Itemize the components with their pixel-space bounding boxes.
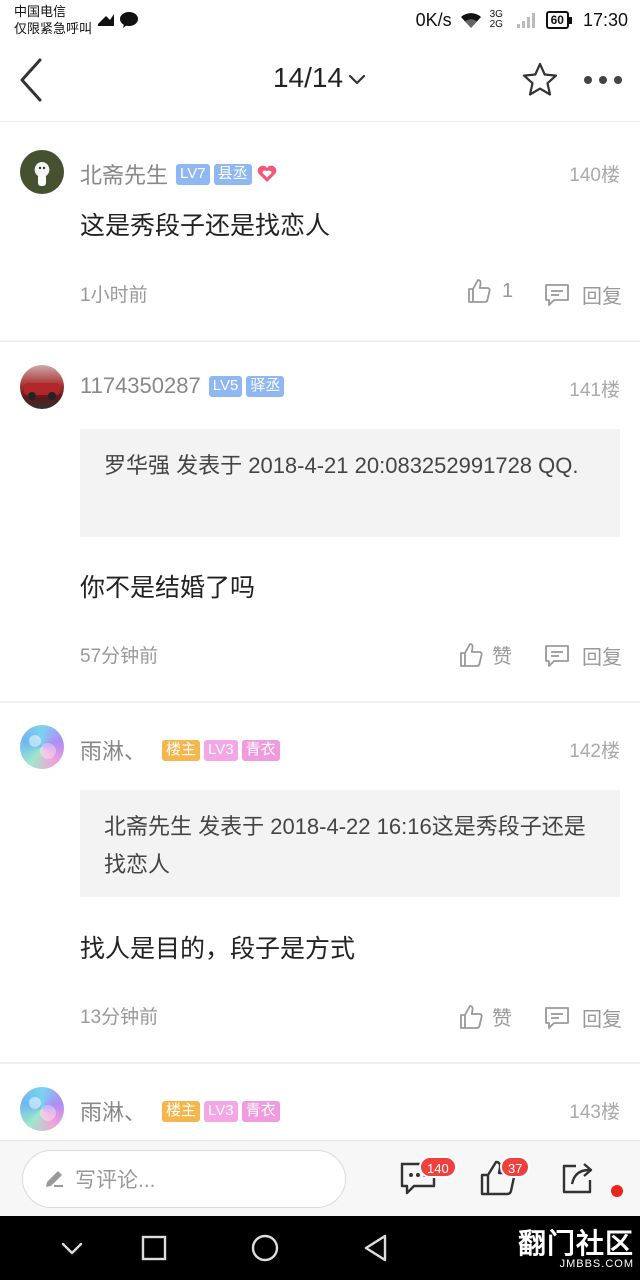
page-indicator: 14/14: [272, 62, 344, 93]
share-button[interactable]: [558, 1158, 598, 1198]
chevron-down-icon: [348, 74, 366, 84]
thumbs-up-icon: [460, 1004, 483, 1029]
post-author: 雨淋、 楼主 LV3 青衣: [80, 1095, 280, 1127]
reply-label: 回复: [582, 286, 622, 308]
like-count-badge: 37: [500, 1156, 531, 1178]
reply-button[interactable]: 回复: [544, 1003, 622, 1032]
reply-label: 回复: [582, 1009, 622, 1031]
username[interactable]: 北斋先生: [80, 158, 168, 190]
system-back-button[interactable]: [358, 1230, 394, 1266]
quoted-post[interactable]: 罗华强 发表于 2018-4-21 20:083252991728 QQ.: [80, 429, 620, 537]
carrier-info: 中国电信 仅限紧急呼叫: [14, 3, 92, 37]
divider: [0, 1062, 640, 1064]
username[interactable]: 1174350287: [80, 373, 201, 399]
carrier-status: 仅限紧急呼叫: [14, 21, 93, 36]
title-badge: 县丞: [213, 163, 252, 185]
reply-button[interactable]: 回复: [544, 641, 622, 670]
site-watermark: 翻门社区 JMBBS.COM: [518, 1222, 634, 1270]
reply-label: 回复: [582, 647, 622, 669]
pencil-icon: [46, 1171, 63, 1187]
heart-badge-icon: [257, 165, 276, 182]
level-badge: LV3: [204, 1100, 238, 1122]
post-content: 找人是目的，段子是方式: [80, 935, 356, 963]
system-nav-bar: 翻门社区 JMBBS.COM: [0, 1216, 640, 1280]
network-type: 3G 2G: [489, 9, 503, 30]
comment-placeholder: 写评论...: [75, 1169, 156, 1192]
post-time: 1小时前: [80, 285, 148, 306]
top-nav-bar: 14/14: [0, 40, 640, 122]
comment-icon: [545, 283, 569, 306]
signal-icon: [516, 13, 535, 28]
level-badge: LV5: [208, 375, 243, 397]
square-icon: [141, 1235, 167, 1261]
net-speed: 0K/s: [415, 9, 452, 30]
star-icon: [522, 62, 558, 96]
avatar[interactable]: [20, 1087, 64, 1131]
home-button[interactable]: [247, 1230, 283, 1266]
thumbs-up-icon: [468, 279, 491, 303]
title-badge: 驿丞: [246, 375, 285, 397]
comment-icon: [545, 644, 569, 667]
like-label: 赞: [492, 1008, 512, 1030]
battery-indicator: 60: [545, 11, 573, 29]
hide-nav-button[interactable]: [54, 1230, 90, 1266]
wifi-icon: [460, 13, 481, 28]
quoted-post[interactable]: 北斋先生 发表于 2018-4-22 16:16这是秀段子还是找恋人: [80, 790, 620, 897]
level-badge: LV7: [176, 163, 210, 185]
watermark-title: 翻门社区: [517, 1227, 634, 1260]
comment-count-badge: 140: [419, 1156, 457, 1178]
notification-icons: [96, 10, 140, 30]
floor-number: 140楼: [569, 165, 620, 186]
floor-number: 141楼: [569, 380, 620, 401]
post-content: 这是秀段子还是找恋人: [80, 212, 331, 240]
divider: [0, 340, 640, 342]
floor-number: 143楼: [569, 1102, 620, 1123]
title-badge: 青衣: [241, 1100, 280, 1122]
reply-button[interactable]: 回复: [544, 280, 622, 309]
favorite-button[interactable]: [520, 60, 560, 100]
triangle-back-icon: [364, 1234, 387, 1262]
avatar[interactable]: [20, 150, 64, 194]
like-button[interactable]: 赞: [458, 1002, 512, 1031]
recent-apps-button[interactable]: [136, 1230, 172, 1266]
like-button[interactable]: 赞: [458, 640, 512, 669]
avatar[interactable]: [20, 365, 64, 409]
chevron-down-icon: [61, 1242, 83, 1255]
title-badge: 青衣: [241, 739, 280, 761]
like-button[interactable]: 1: [466, 278, 513, 304]
circle-icon: [251, 1234, 279, 1262]
clock: 17:30: [582, 9, 628, 30]
like-label: 赞: [492, 646, 512, 668]
level-badge: LV3: [204, 739, 238, 761]
carrier-name: 中国电信: [14, 4, 67, 19]
avatar[interactable]: [20, 725, 64, 769]
comment-bar: 写评论...: [0, 1140, 640, 1216]
like-count: 1: [502, 279, 514, 302]
post-time: 13分钟前: [80, 1007, 159, 1028]
status-right: 0K/s 3G 2G 60 17:30: [416, 8, 628, 32]
floor-number: 142楼: [569, 741, 620, 762]
notification-dot: [611, 1185, 623, 1197]
username[interactable]: 雨淋、: [80, 734, 146, 766]
comment-input[interactable]: 写评论...: [22, 1150, 346, 1208]
status-bar: 中国电信 仅限紧急呼叫 0K/s 3G 2G 60 17:30: [0, 0, 640, 40]
comment-icon: [545, 1006, 569, 1029]
owner-badge: 楼主: [162, 739, 201, 761]
post-author: 雨淋、 楼主 LV3 青衣: [80, 734, 280, 766]
post-author: 北斋先生 LV7 县丞: [80, 158, 278, 190]
username[interactable]: 雨淋、: [80, 1095, 146, 1127]
post-author: 1174350287 LV5 驿丞: [80, 373, 285, 399]
divider: [0, 701, 640, 703]
more-button[interactable]: [582, 70, 624, 90]
post-content: 你不是结婚了吗: [80, 574, 256, 602]
owner-badge: 楼主: [162, 1100, 201, 1122]
share-icon: [562, 1163, 593, 1194]
post-time: 57分钟前: [80, 646, 159, 667]
more-dots-icon: [584, 76, 622, 84]
thumbs-up-icon: [460, 642, 483, 667]
